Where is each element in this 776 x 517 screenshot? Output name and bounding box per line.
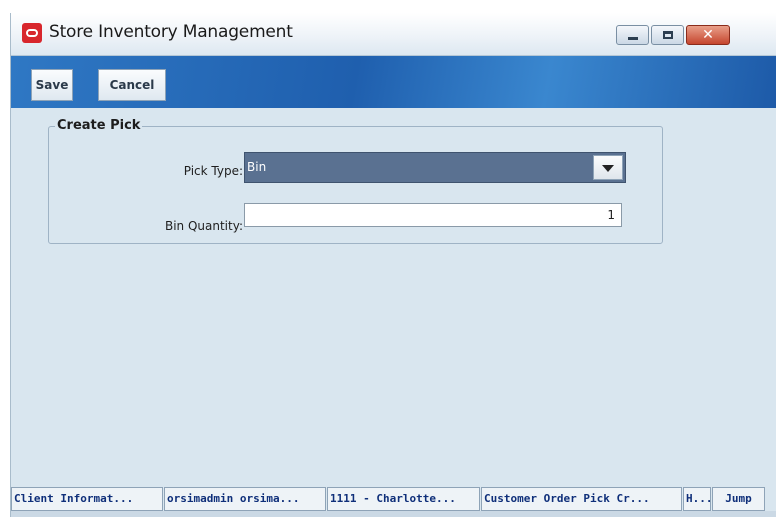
pick-type-label: Pick Type: (183, 164, 243, 178)
chevron-down-icon (602, 165, 614, 172)
maximize-icon (663, 31, 673, 39)
pick-type-select[interactable]: Bin (244, 152, 626, 183)
bin-quantity-label: Bin Quantity: (164, 219, 243, 233)
toolbar: Save Cancel (11, 56, 776, 108)
maximize-button[interactable] (651, 25, 684, 45)
status-user[interactable]: orsimadmin orsima... (164, 487, 326, 511)
pick-type-dropdown-button[interactable] (593, 155, 623, 180)
title-bar[interactable]: Store Inventory Management ✕ (11, 13, 776, 56)
group-title: Create Pick (55, 118, 143, 133)
oracle-logo-icon (22, 23, 42, 43)
jump-button[interactable]: Jump (712, 487, 765, 511)
status-client-info[interactable]: Client Informat... (11, 487, 163, 511)
app-window: Store Inventory Management ✕ Save Cancel… (10, 13, 776, 517)
close-icon: ✕ (702, 27, 714, 43)
cancel-button[interactable]: Cancel (98, 69, 166, 101)
save-button[interactable]: Save (31, 69, 73, 101)
pick-type-value: Bin (247, 160, 267, 174)
status-bar: Client Informat... orsimadmin orsima... … (11, 487, 776, 511)
bin-quantity-value: 1 (607, 208, 615, 222)
status-store[interactable]: 1111 - Charlotte... (327, 487, 480, 511)
minimize-icon (628, 37, 638, 40)
status-screen[interactable]: Customer Order Pick Cr... (481, 487, 682, 511)
status-help[interactable]: H... (683, 487, 711, 511)
window-title: Store Inventory Management (49, 22, 293, 42)
bin-quantity-input[interactable]: 1 (244, 203, 622, 227)
window-bottom-edge (11, 511, 776, 517)
close-button[interactable]: ✕ (686, 25, 730, 45)
minimize-button[interactable] (616, 25, 649, 45)
